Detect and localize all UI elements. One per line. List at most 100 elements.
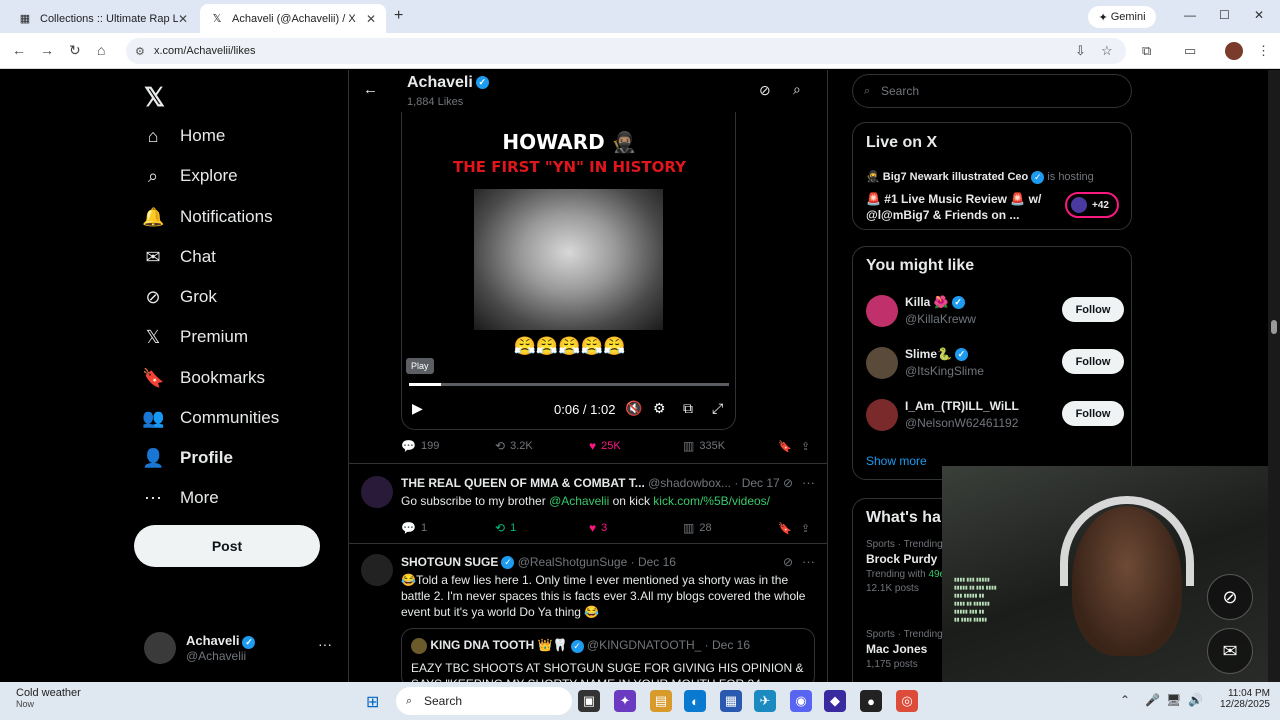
repost-button[interactable]: ⟲ 1 [495, 521, 516, 535]
mute-icon[interactable]: 🔇 [625, 400, 642, 417]
messages-fab-button[interactable]: ✉ [1207, 628, 1253, 674]
back-arrow-icon[interactable]: ← [363, 81, 378, 98]
site-info-icon[interactable]: ⚙ [135, 45, 145, 58]
close-tab-icon[interactable]: ✕ [366, 12, 376, 26]
extensions-icon[interactable]: ⧉ [1142, 43, 1151, 59]
grok-icon[interactable]: ⊘ [783, 555, 793, 569]
close-tab-icon[interactable]: ✕ [178, 12, 188, 26]
follow-button[interactable]: Follow [1062, 297, 1124, 322]
maximize-icon[interactable]: ☐ [1219, 8, 1230, 22]
suggested-user[interactable]: Killa 🌺 ✓ @KillaKreww Follow [866, 291, 1124, 331]
minimize-icon[interactable]: — [1184, 8, 1196, 22]
page-scrollbar[interactable] [1268, 70, 1280, 682]
file-explorer-icon[interactable]: ▤ [650, 690, 672, 712]
views-button[interactable]: ▥ 28 [683, 521, 712, 535]
reply-button[interactable]: 💬 199 [401, 439, 439, 453]
nav-premium[interactable]: 𝕏 Premium [142, 317, 248, 357]
search-input[interactable]: ⌕ Search [852, 74, 1132, 108]
repost-button[interactable]: ⟲ 3.2K [495, 439, 533, 453]
app-icon[interactable]: ✈ [754, 690, 776, 712]
account-more-icon[interactable]: ··· [318, 636, 332, 652]
suggested-user[interactable]: Slime🐍 ✓ @ItsKingSlime Follow [866, 343, 1124, 383]
url-link[interactable]: kick.com/%5B/videos/ [653, 494, 770, 508]
fullscreen-icon[interactable]: ⤢ [712, 400, 723, 417]
nav-notifications[interactable]: 🔔 Notifications [142, 197, 273, 237]
show-more-link[interactable]: Show more [866, 454, 927, 468]
windows-start-icon[interactable]: ⊞ [366, 692, 379, 712]
nav-home[interactable]: ⌂ Home [142, 116, 226, 156]
video-progress-bar[interactable] [409, 383, 729, 386]
menu-icon[interactable]: ⋮ [1257, 43, 1270, 59]
tweet[interactable]: SHOTGUN SUGE ✓ @RealShotgunSuge · Dec 16 … [349, 543, 827, 682]
account-switcher[interactable]: Achaveli ✓ @Achavelii ··· [144, 626, 340, 670]
mention-link[interactable]: @Achavelii [549, 494, 609, 508]
bookmark-star-icon[interactable]: ☆ [1101, 43, 1113, 59]
sidebar-toggle-icon[interactable]: ▭ [1184, 43, 1196, 59]
quoted-tweet[interactable]: KING DNA TOOTH 👑🦷 ✓ @KINGDNATOOTH_ · Dec … [401, 628, 815, 682]
discord-icon[interactable]: ◉ [790, 690, 812, 712]
nav-more[interactable]: ⋯ More [142, 478, 219, 518]
nav-bookmarks[interactable]: 🔖 Bookmarks [142, 358, 265, 398]
home-icon[interactable]: ⌂ [97, 42, 105, 58]
profile-avatar[interactable] [1225, 42, 1243, 60]
more-icon[interactable]: ··· [802, 475, 815, 490]
nav-label: Grok [180, 287, 217, 306]
like-button[interactable]: ♥ 3 [589, 521, 607, 535]
grok-icon[interactable]: ⊘ [759, 82, 771, 99]
scrollbar-thumb[interactable] [1271, 320, 1277, 334]
bookmark-icon[interactable]: 🔖 [778, 522, 792, 535]
edge-icon[interactable]: ◐ [684, 690, 706, 712]
follow-button[interactable]: Follow [1062, 349, 1124, 374]
listener-count-badge[interactable]: +42 [1065, 192, 1119, 218]
system-clock[interactable]: 11:04 PM 12/28/2025 [1210, 688, 1270, 710]
address-bar[interactable]: ⚙ x.com/Achavelii/likes [126, 38, 1126, 64]
task-view-icon[interactable]: ▣ [578, 690, 600, 712]
gemini-button[interactable]: ✦ Gemini [1088, 6, 1156, 28]
install-icon[interactable]: ⇩ [1075, 43, 1086, 59]
grok-icon[interactable]: ⊘ [783, 476, 793, 490]
live-on-x-card[interactable]: Live on X 🥷 Big7 Newark illustrated Ceo ✓… [852, 122, 1132, 230]
post-button[interactable]: Post [134, 525, 320, 567]
follow-button[interactable]: Follow [1062, 401, 1124, 426]
back-icon[interactable]: ← [12, 42, 26, 58]
search-icon[interactable]: ⌕ [793, 81, 801, 98]
network-icon[interactable]: 🖥 [1166, 693, 1181, 707]
microphone-icon[interactable]: 🎤 [1145, 693, 1160, 707]
nav-explore[interactable]: ⌕ Explore [142, 156, 238, 196]
tab-collections[interactable]: ▦ Collections :: Ultimate Rap Leag ✕ [8, 4, 198, 33]
more-icon[interactable]: ··· [802, 554, 815, 569]
nav-profile[interactable]: 👤 Profile [142, 438, 233, 478]
taskbar-search[interactable]: ⌕ Search [396, 687, 572, 715]
suggested-user[interactable]: I_Am_(TR)ILL_WiLL @NelsonW62461192 Follo… [866, 395, 1124, 435]
forward-icon[interactable]: → [40, 42, 54, 58]
app-icon[interactable]: ◆ [824, 690, 846, 712]
share-icon[interactable]: ⇪ [801, 440, 810, 453]
close-window-icon[interactable]: ✕ [1254, 8, 1264, 22]
nav-chat[interactable]: ✉ Chat [142, 237, 215, 277]
play-icon[interactable]: ▶ [412, 400, 423, 417]
new-tab-button[interactable]: + [394, 7, 403, 25]
chrome-icon[interactable]: ◎ [896, 690, 918, 712]
views-button[interactable]: ▥ 335K [683, 439, 725, 453]
share-icon[interactable]: ⇪ [801, 522, 810, 535]
store-icon[interactable]: ▦ [720, 690, 742, 712]
tweet[interactable]: THE REAL QUEEN OF MMA & COMBAT T... @sha… [349, 463, 827, 543]
bookmark-icon[interactable]: 🔖 [778, 440, 792, 453]
settings-icon[interactable]: ⚙ [653, 400, 666, 417]
obs-icon[interactable]: ● [860, 690, 882, 712]
x-logo-icon[interactable]: 𝕏 [144, 82, 165, 113]
nav-grok[interactable]: ⊘ Grok [142, 277, 217, 317]
reply-button[interactable]: 💬 1 [401, 521, 427, 535]
copilot-icon[interactable]: ✦ [614, 690, 636, 712]
video-player[interactable]: HOWARD 🥷🏽 THE FIRST "YN" IN HISTORY 😤😤😤😤… [401, 112, 736, 430]
weather-widget[interactable]: Cold weather Now [16, 687, 81, 709]
volume-icon[interactable]: 🔊 [1188, 693, 1203, 707]
reload-icon[interactable]: ↻ [69, 42, 81, 59]
tray-overflow-icon[interactable]: ⌃ [1120, 693, 1130, 707]
grok-fab-button[interactable]: ⊘ [1207, 574, 1253, 620]
like-button[interactable]: ♥ 25K [589, 439, 621, 453]
nav-communities[interactable]: 👥 Communities [142, 398, 279, 438]
trend-item[interactable]: Sports · Trending Mac Jones 1,175 posts [866, 629, 943, 670]
tab-achaveli[interactable]: 𝕏 Achaveli (@Achavelii) / X ✕ [200, 4, 386, 33]
pip-icon[interactable]: ⧉ [683, 400, 693, 417]
